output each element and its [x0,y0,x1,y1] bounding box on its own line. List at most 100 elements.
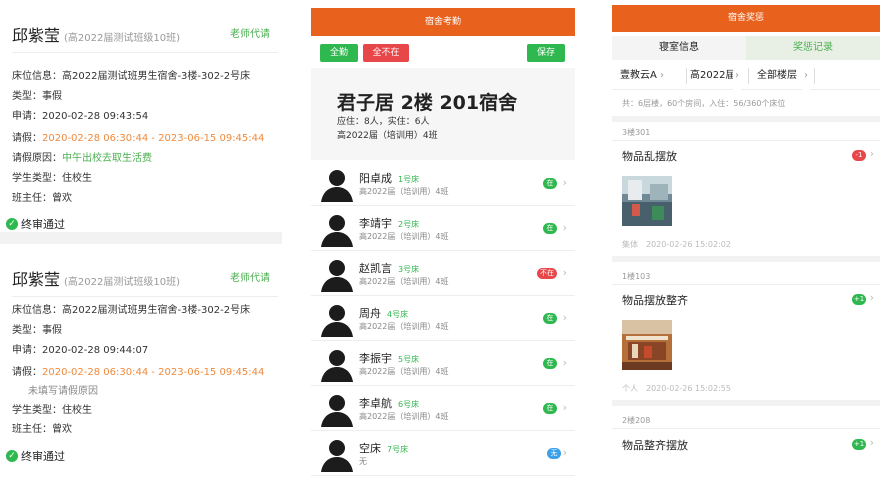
student-class: 高2022届（培训用）4班 [359,367,449,376]
avatar-icon [321,305,353,337]
divider [686,68,687,84]
leave-records-panel: 邱紫莹 (高2022届测试班级10班) 老师代请 床位信息：高2022届测试班男… [0,0,282,492]
dorm-class: 高2022届（培训用）4班 [337,131,438,141]
student-row[interactable]: 李卓航 6号床 高2022届（培训用）4班 在 › [311,387,575,431]
photo-room-image [622,176,672,226]
reason-note: 未填写请假原因 [28,386,98,397]
type-value: 事假 [42,91,62,102]
student-name: 李卓航 [359,397,392,410]
attendance-badge[interactable]: 无 [547,448,561,459]
student-type-value: 住校生 [62,405,92,416]
avatar-icon [321,350,353,382]
record-title[interactable]: 物品整齐摆放 [622,437,688,453]
student-name-line: 阳卓成 1号床 [359,170,419,186]
student-row[interactable]: 赵凯言 3号床 高2022届（培训用）4班 不在 › [311,252,575,296]
chevron-right-icon: › [802,62,810,90]
record-title[interactable]: 物品乱摆放 [622,148,677,164]
student-class: 高2022届（培训用）4班 [359,322,449,331]
proxy-tag: 老师代请 [230,29,270,40]
student-class: 高2022届（培训用）4班 [359,277,449,286]
student-type-row: 学生类型：住校生 [12,169,92,184]
teacher-row: 班主任：曾欢 [12,189,72,204]
student-name: 赵凯言 [359,262,392,275]
room-label: 3楼301 [622,128,651,137]
student-row[interactable]: 周舟 4号床 高2022届（培训用）4班 在 › [311,297,575,341]
divider [612,428,880,429]
teacher-value: 曾欢 [52,424,72,435]
room-label: 1楼103 [622,272,651,281]
score-badge: -1 [852,150,866,161]
all-present-button[interactable]: 全勤 [320,44,358,62]
student-row[interactable]: 李振宇 5号床 高2022届（培训用）4班 在 › [311,342,575,386]
chevron-right-icon: › [562,266,567,279]
student-name-line: 李靖宇 2号床 [359,215,419,231]
avatar-icon [321,395,353,427]
chevron-right-icon: › [562,401,567,414]
attendance-badge[interactable]: 在 [543,178,557,189]
bed-info-row: 床位信息：高2022届测试班男生宿舍-3楼-302-2号床 [12,301,250,316]
teacher-label: 班主任： [12,193,52,204]
leave-label: 请假： [12,367,42,378]
apply-label: 申请： [12,345,42,356]
score-badge: +1 [852,294,866,305]
student-name: 李振宇 [359,352,392,365]
bed-number: 7号床 [387,445,409,454]
chevron-right-icon[interactable]: › [870,147,874,160]
teacher-row: 班主任：曾欢 [12,420,72,435]
grade-filter-label: 高2022届 [690,70,736,81]
reason-label: 请假原因： [12,153,62,164]
apply-label: 申请： [12,111,42,122]
tab-dorm-info[interactable]: 寝室信息 [612,36,746,60]
leave-range: 2020-02-28 06:30:44 - 2023-06-15 09:45:4… [42,133,265,144]
save-button[interactable]: 保存 [527,44,565,62]
student-type-label: 学生类型： [12,173,62,184]
bed-label: 床位信息： [12,71,62,82]
attendance-badge[interactable]: 在 [543,313,557,324]
record-photo[interactable] [622,176,672,226]
leave-record-card[interactable]: 邱紫莹 (高2022届测试班级10班) 老师代请 床位信息：高2022届测试班男… [0,244,282,468]
student-type-value: 住校生 [62,173,92,184]
bed-info-row: 床位信息：高2022届测试班男生宿舍-3楼-302-2号床 [12,67,250,82]
dorm-summary-text: 共：6层楼，60个房间，入住：56/360个床位 [622,99,786,108]
bed-value: 高2022届测试班男生宿舍-3楼-302-2号床 [62,71,251,82]
student-row[interactable]: 李靖宇 2号床 高2022届（培训用）4班 在 › [311,207,575,251]
bed-value: 高2022届测试班男生宿舍-3楼-302-2号床 [62,305,251,316]
student-row[interactable]: 阳卓成 1号床 高2022届（培训用）4班 在 › [311,162,575,206]
record-photo[interactable] [622,320,672,370]
attendance-badge[interactable]: 不在 [537,268,557,279]
teacher-value: 曾欢 [52,193,72,204]
all-absent-button[interactable]: 全不在 [363,44,409,62]
apply-row: 申请：2020-02-28 09:44:07 [12,341,148,356]
student-class: 高2022届（培训用）4班 [359,232,449,241]
student-name-line: 李振宇 5号床 [359,350,419,366]
divider [612,284,880,285]
photo-room-image [622,320,672,370]
apply-value: 2020-02-28 09:44:07 [42,345,149,356]
attendance-badge[interactable]: 在 [543,358,557,369]
leave-record-card[interactable]: 邱紫莹 (高2022届测试班级10班) 老师代请 床位信息：高2022届测试班男… [0,0,282,232]
chevron-right-icon[interactable]: › [870,291,874,304]
score-badge: +1 [852,439,866,450]
student-name: 周舟 [359,307,381,320]
student-class: 高2022届（培训用）4班 [359,412,449,421]
student-row[interactable]: 空床 7号床 无 无 › [311,432,575,476]
attendance-badge[interactable]: 在 [543,223,557,234]
proxy-tag: 老师代请 [230,273,270,284]
record-meta: 个人 2020-02-26 15:02:55 [622,384,731,393]
divider [612,140,880,141]
grade-filter[interactable]: 高2022届 [690,62,752,90]
student-name-line: 李卓航 6号床 [359,395,419,411]
chevron-right-icon[interactable]: › [870,436,874,449]
tab-reward-records[interactable]: 奖惩记录 [746,36,880,60]
attendance-badge[interactable]: 在 [543,403,557,414]
chevron-right-icon: › [562,311,567,324]
chevron-right-icon: › [562,356,567,369]
bed-number: 4号床 [387,310,409,319]
avatar-icon [321,260,353,292]
school-filter[interactable]: 壹教云A › [620,62,686,90]
chevron-right-icon: › [562,221,567,234]
record-title[interactable]: 物品摆放整齐 [622,292,688,308]
student-name: 空床 [359,442,381,455]
type-label: 类型： [12,91,42,102]
student-name: 李靖宇 [359,217,392,230]
